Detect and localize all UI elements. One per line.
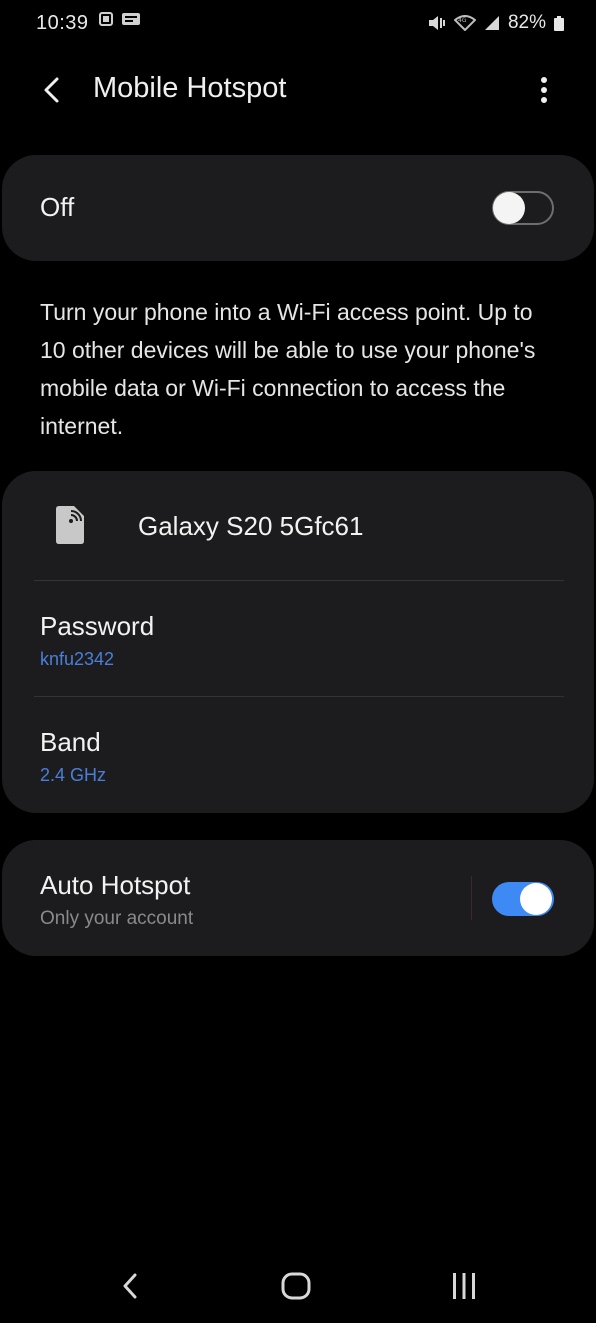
toggle-knob [520, 883, 552, 915]
battery-percent: 82% [507, 12, 546, 33]
network-name-row[interactable]: Galaxy S20 5Gfc61 [2, 471, 594, 581]
more-vertical-icon [541, 77, 547, 103]
switch-divider [471, 876, 472, 920]
band-value: 2.4 GHz [40, 765, 107, 785]
master-switch-label: Off [40, 192, 75, 222]
more-options-button[interactable] [522, 68, 566, 112]
band-label: Band [40, 727, 101, 757]
hotspot-master-switch-card[interactable]: Off [2, 155, 594, 261]
app-header: Mobile Hotspot [0, 60, 596, 120]
hotspot-toggle[interactable] [492, 191, 554, 225]
hotspot-icon [56, 506, 84, 544]
auto-hotspot-toggle[interactable] [492, 882, 554, 916]
band-row[interactable]: Band 2.4 GHz [2, 697, 594, 807]
chevron-left-icon [44, 77, 59, 103]
nav-home-button[interactable] [266, 1266, 326, 1306]
battery-icon [554, 15, 564, 31]
notification-app-icon [99, 12, 113, 26]
auto-hotspot-card[interactable]: Auto Hotspot Only your account [2, 840, 594, 956]
back-button[interactable] [30, 68, 74, 112]
network-name: Galaxy S20 5Gfc61 [138, 511, 364, 541]
mute-icon [428, 16, 445, 30]
auto-hotspot-label: Auto Hotspot [40, 870, 191, 900]
nav-back-icon [123, 1273, 137, 1299]
svg-text:4G: 4G [458, 17, 467, 24]
password-value: knfu2342 [40, 649, 115, 669]
toggle-knob [493, 192, 525, 224]
signal-icon [484, 16, 499, 30]
status-bar: 10:39 4G 82% [0, 0, 596, 50]
status-icons: 4G 82% [428, 12, 564, 34]
page-title: Mobile Hotspot [93, 72, 287, 104]
auto-hotspot-subtitle: Only your account [40, 908, 194, 929]
message-notification-icon [122, 13, 140, 25]
hotspot-description: Turn your phone into a Wi-Fi access poin… [40, 299, 536, 439]
system-navigation-bar [0, 1250, 596, 1323]
status-time: 10:39 [36, 12, 89, 34]
password-label: Password [40, 611, 155, 641]
wifi-icon: 4G [453, 15, 476, 31]
nav-recents-button[interactable] [434, 1266, 494, 1306]
nav-home-icon [281, 1272, 311, 1300]
nav-recents-icon [453, 1273, 475, 1299]
password-row[interactable]: Password knfu2342 [2, 581, 594, 691]
hotspot-details-card: Galaxy S20 5Gfc61 Password knfu2342 Band… [2, 471, 594, 813]
nav-back-button[interactable] [100, 1266, 160, 1306]
